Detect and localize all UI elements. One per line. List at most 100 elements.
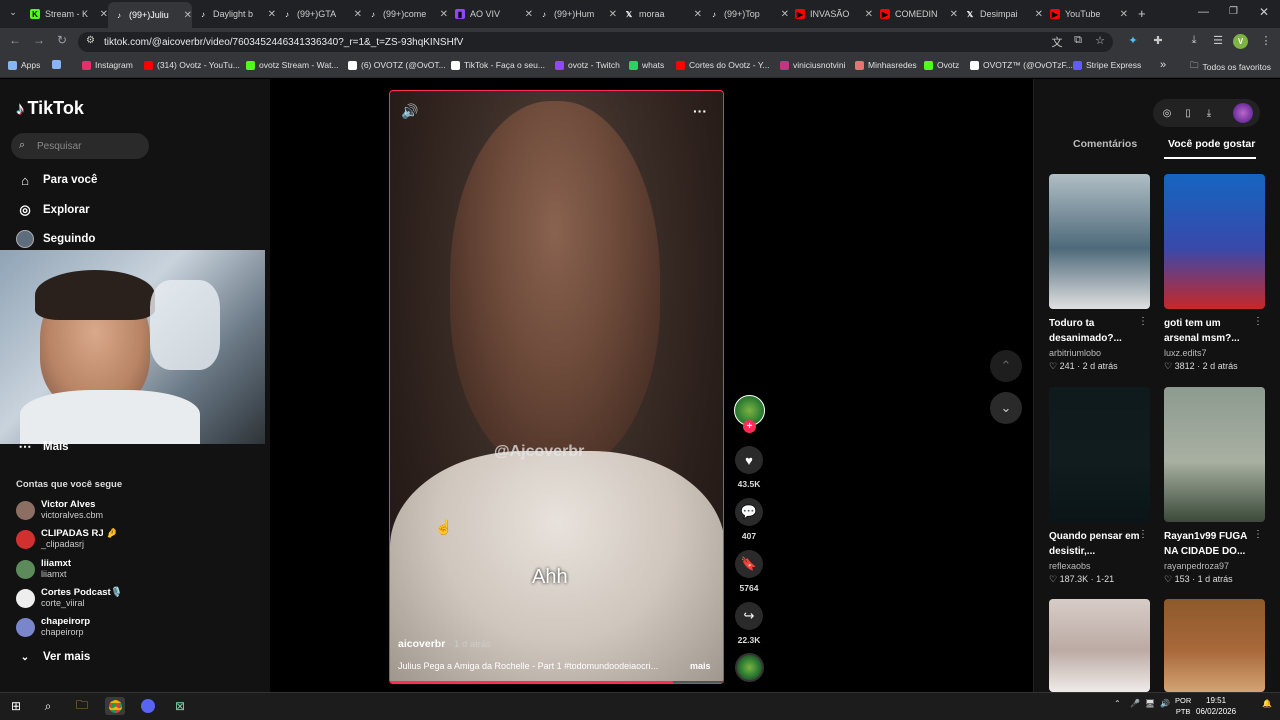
card-title[interactable]: goti tem um arsenal msm?... <box>1164 316 1256 346</box>
all-bookmarks-link[interactable]: 🗀 Todos os favoritos <box>1190 60 1271 74</box>
bookmark-item[interactable]: Stripe Express <box>1073 60 1141 70</box>
like-action[interactable]: ♥ 43.5K <box>735 446 763 489</box>
notifications-icon[interactable]: 🔔 <box>1262 699 1272 708</box>
bookmark-item[interactable]: TikTok - Faça o seu... <box>451 60 545 70</box>
system-clock[interactable]: 19:51 06/02/2026 <box>1196 695 1236 717</box>
close-tab-icon[interactable]: ✕ <box>354 9 362 20</box>
cast-icon[interactable]: ⧉ <box>1070 34 1086 47</box>
microphone-icon[interactable]: 🎤 <box>1130 699 1140 708</box>
video-description-more[interactable]: mais <box>690 661 711 671</box>
card-author[interactable]: luxz.edits7 <box>1164 348 1265 358</box>
bookmark-item[interactable] <box>52 60 65 69</box>
download-icon[interactable]: ⤓ <box>1186 34 1202 47</box>
share-icon[interactable]: ↪ <box>735 602 763 630</box>
video-progress-bar[interactable] <box>390 681 723 683</box>
tiktok-logo[interactable]: ♪ TikTok <box>16 98 84 119</box>
followed-account[interactable]: chapeirorp chapeirorp <box>16 614 90 640</box>
recommended-video-card[interactable]: goti tem um arsenal msm?... ⋮ luxz.edits7 ♡… <box>1164 174 1265 372</box>
tray-overflow-icon[interactable]: ⌃ <box>1114 699 1121 708</box>
video-thumbnail[interactable] <box>1049 174 1150 309</box>
card-options-icon[interactable]: ⋮ <box>1138 316 1148 327</box>
restore-button[interactable]: ❐ <box>1229 6 1238 17</box>
download-app-icon[interactable]: ⤓ <box>1199 103 1219 123</box>
network-icon[interactable]: 🖥 <box>1145 699 1155 708</box>
card-title[interactable]: Toduro ta desanimado?... <box>1049 316 1141 346</box>
user-avatar[interactable] <box>1233 103 1253 123</box>
bookmark-item[interactable]: (314) Ovotz - YouTu... <box>144 60 240 70</box>
video-thumbnail[interactable] <box>1049 599 1150 692</box>
discord-taskbar-icon[interactable] <box>138 697 158 715</box>
browser-tab[interactable]: 𝕏moraa ✕ <box>624 4 702 24</box>
next-video-button[interactable]: ⌄ <box>990 392 1022 424</box>
browser-tab[interactable]: ▶ COMEDIN ✕ <box>880 4 958 24</box>
extension-icon[interactable]: ✦ <box>1125 34 1141 47</box>
card-author[interactable]: rayanpedroza97 <box>1164 561 1265 571</box>
bookmarks-overflow-button[interactable]: » <box>1160 59 1166 71</box>
browser-tab[interactable]: ♪ (99+)Hum ✕ <box>539 4 617 24</box>
bookmark-item[interactable]: whats <box>629 60 664 70</box>
recommended-video-card[interactable] <box>1049 599 1150 692</box>
reload-icon[interactable]: ↻ <box>53 33 71 47</box>
followed-account[interactable]: Victor Alves victoralves.cbm <box>16 497 103 523</box>
recommended-video-card[interactable] <box>1164 599 1265 692</box>
nav-more[interactable]: ⋯ Mais <box>16 438 69 456</box>
browser-tab[interactable]: ♪ (99+)Top ✕ <box>709 4 789 24</box>
browser-tab[interactable]: ♪ (99+)GTA ✕ <box>282 4 362 24</box>
tab-search-button[interactable]: ⌄ <box>6 7 20 21</box>
bookmark-item[interactable]: ovotz - Twitch <box>555 60 620 70</box>
close-tab-icon[interactable]: ✕ <box>865 9 873 20</box>
extensions-puzzle-icon[interactable]: ✚ <box>1150 34 1166 47</box>
comment-icon[interactable]: 💬 <box>735 498 763 526</box>
profile-avatar[interactable]: V <box>1233 34 1248 49</box>
minimize-button[interactable]: — <box>1198 6 1209 18</box>
close-tab-icon[interactable]: ✕ <box>184 10 192 21</box>
close-tab-icon[interactable]: ✕ <box>1120 9 1128 20</box>
bookmark-item[interactable]: Apps <box>8 60 40 70</box>
browser-tab[interactable]: 𝕏 Desimpai ✕ <box>965 4 1043 24</box>
close-tab-icon[interactable]: ✕ <box>1035 9 1043 20</box>
card-title[interactable]: Quando pensar em desistir,... <box>1049 529 1141 559</box>
bookmark-icon[interactable]: 🔖 <box>735 550 763 578</box>
browser-tab[interactable]: ♪ Daylight b ✕ <box>198 4 276 24</box>
chrome-menu-icon[interactable]: ⋮ <box>1258 34 1274 47</box>
browser-tab[interactable]: ▶ YouTube ✕ <box>1050 4 1128 24</box>
volume-icon[interactable]: 🔊 <box>401 103 418 120</box>
windows-start-icon[interactable]: ⊞ <box>6 697 26 715</box>
card-options-icon[interactable]: ⋮ <box>1253 316 1263 327</box>
card-options-icon[interactable]: ⋮ <box>1138 529 1148 540</box>
excel-taskbar-icon[interactable]: ⊠ <box>170 697 190 715</box>
back-icon[interactable]: ← <box>6 33 24 47</box>
heart-icon[interactable]: ♥ <box>735 446 763 474</box>
file-explorer-icon[interactable]: 🗀 <box>72 697 92 715</box>
nav-following[interactable]: Seguindo <box>16 230 95 248</box>
card-author[interactable]: reflexaobs <box>1049 561 1150 571</box>
close-tab-icon[interactable]: ✕ <box>781 9 789 20</box>
browser-tab[interactable]: ▮ AO VIV ✕ <box>455 4 533 24</box>
see-more-button[interactable]: ⌄ Ver mais <box>16 648 91 666</box>
close-tab-icon[interactable]: ✕ <box>950 9 958 20</box>
browser-tab[interactable]: ▶ INVASÃO ✕ <box>795 4 873 24</box>
forward-icon[interactable]: → <box>30 33 48 47</box>
video-thumbnail[interactable] <box>1164 599 1265 692</box>
video-thumbnail[interactable] <box>1164 174 1265 309</box>
translate-icon[interactable]: 文 <box>1049 34 1065 50</box>
video-author[interactable]: aicoverbr · 1 d atrás <box>398 638 491 650</box>
phone-icon[interactable]: ▯ <box>1178 103 1198 123</box>
tab-comments[interactable]: Comentários <box>1073 138 1137 150</box>
followed-account[interactable]: liiamxt liiamxt <box>16 556 71 582</box>
address-bar[interactable]: ⚙ tiktok.com/@aicoverbr/video/7603452446… <box>78 32 1113 52</box>
card-author[interactable]: arbitriumlobo <box>1049 348 1150 358</box>
browser-tab[interactable]: ♪ (99+)come ✕ <box>368 4 448 24</box>
video-thumbnail[interactable] <box>1049 387 1150 522</box>
bookmark-item[interactable]: Ovotz <box>924 60 959 70</box>
close-tab-icon[interactable]: ✕ <box>440 9 448 20</box>
video-more-options-icon[interactable]: ··· <box>693 103 707 119</box>
bookmark-item[interactable]: ovotz Stream - Wat... <box>246 60 339 70</box>
share-action[interactable]: ↪ 22.3K <box>735 602 763 645</box>
media-control-icon[interactable]: ☰ <box>1210 34 1226 47</box>
recommended-video-card[interactable]: Toduro ta desanimado?... ⋮ arbitriumlobo ♡ … <box>1049 174 1150 372</box>
bookmark-item[interactable]: viniciusnotvini <box>780 60 845 70</box>
follow-creator-button[interactable]: + <box>743 420 756 433</box>
video-thumbnail[interactable] <box>1164 387 1265 522</box>
new-tab-button[interactable]: + <box>1138 6 1146 21</box>
